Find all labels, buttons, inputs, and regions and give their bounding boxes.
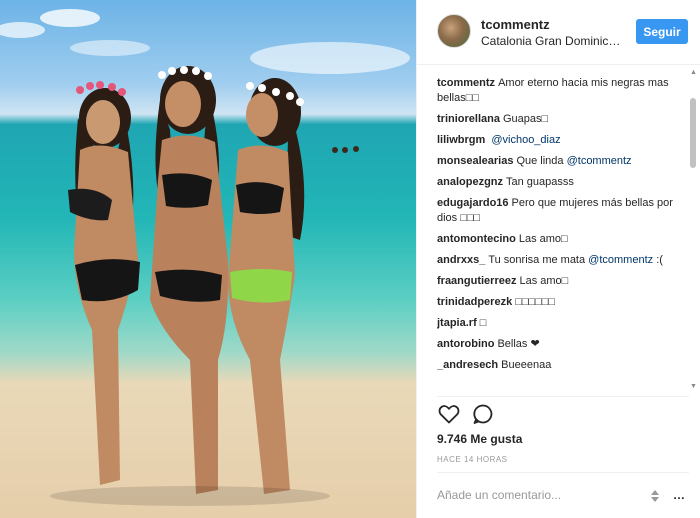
heart-icon[interactable] — [437, 402, 461, 426]
scrollbar-thumb[interactable] — [690, 98, 696, 168]
comment-item: trinidadperezk □□□□□□ — [437, 295, 689, 310]
comment-username[interactable]: monsealearias — [437, 155, 513, 167]
comment-mention-link[interactable]: @tcommentz — [567, 155, 632, 167]
comment-item: fraangutierreez Las amo□ — [437, 274, 689, 289]
comment-bubble-icon[interactable] — [471, 402, 495, 426]
comment-text: Tu sonrisa me mata — [488, 254, 586, 266]
comment-text: □ — [479, 317, 487, 329]
post-timestamp[interactable]: HACE 14 HORAS — [437, 455, 508, 464]
comment-text: Las amo□ — [518, 233, 568, 245]
comment-item: andrxxs_ Tu sonrisa me mata @tcommentz :( — [437, 253, 689, 268]
comment-item: jtapia.rf □ — [437, 316, 689, 331]
header-location[interactable]: Catalonia Gran Dominic… — [481, 34, 631, 48]
comment-username[interactable]: antorobino — [437, 338, 494, 350]
beach-photo-illustration — [0, 9, 410, 506]
comment-item: _andresech Bueeenaa — [437, 358, 689, 373]
comment-username[interactable]: andrxxs_ — [437, 254, 485, 266]
comment-username[interactable]: analopezgnz — [437, 176, 503, 188]
divider — [437, 472, 689, 473]
comment-text: Bueeenaa — [501, 359, 552, 371]
scroll-up-icon[interactable]: ▲ — [690, 69, 697, 76]
post-side-panel: tcommentz Catalonia Gran Dominic… Seguir… — [416, 0, 700, 518]
comment-item: antorobino Bellas ❤ — [437, 337, 689, 352]
follow-button[interactable]: Seguir — [636, 19, 688, 44]
avatar[interactable] — [437, 14, 471, 48]
header-username[interactable]: tcommentz — [481, 17, 550, 32]
comment-item: liliwbrgm @vichoo_diaz — [437, 133, 689, 148]
comment-username[interactable]: fraangutierreez — [437, 275, 516, 287]
comment-text: Tan guapasss — [506, 176, 574, 188]
divider — [437, 396, 689, 397]
comment-text: □□□□□□ — [515, 296, 556, 308]
post-header: tcommentz Catalonia Gran Dominic… Seguir — [417, 0, 700, 65]
add-comment-input[interactable] — [437, 488, 642, 502]
comment-text: Guapas□ — [502, 113, 549, 125]
comment-text: Bellas ❤ — [497, 338, 540, 350]
comment-item: triniorellana Guapas□ — [437, 112, 689, 127]
comment-item: tcommentz Amor eterno hacia mis negras ma… — [437, 76, 689, 106]
scroll-down-icon[interactable]: ▼ — [690, 383, 697, 390]
post-photo[interactable] — [0, 0, 416, 518]
comment-username[interactable]: trinidadperezk — [437, 296, 512, 308]
comment-item: antomontecino Las amo□ — [437, 232, 689, 247]
more-options-icon[interactable]: … — [673, 488, 685, 504]
comment-text: Que linda — [516, 155, 564, 167]
comment-scrollbar[interactable]: ▲ ▼ — [690, 69, 697, 390]
comment-list: tcommentz Amor eterno hacia mis negras ma… — [437, 76, 689, 392]
updown-arrows-icon[interactable] — [649, 488, 665, 504]
comment-text: Las amo□ — [519, 275, 569, 287]
comment-username[interactable]: antomontecino — [437, 233, 516, 245]
likes-count[interactable]: 9.746 Me gusta — [437, 432, 522, 446]
comment-item: monsealearias Que linda @tcommentz — [437, 154, 689, 169]
comment-text: :( — [656, 254, 663, 266]
comment-mention-link[interactable]: @tcommentz — [588, 254, 653, 266]
comment-username[interactable]: jtapia.rf — [437, 317, 477, 329]
comment-username[interactable]: tcommentz — [437, 77, 495, 89]
comment-username[interactable]: liliwbrgm — [437, 134, 485, 146]
comment-item: edugajardo16 Pero que mujeres más bellas … — [437, 196, 689, 226]
comment-username[interactable]: edugajardo16 — [437, 197, 509, 209]
comment-item: analopezgnz Tan guapasss — [437, 175, 689, 190]
comment-username[interactable]: _andresech — [437, 359, 498, 371]
comment-username[interactable]: triniorellana — [437, 113, 500, 125]
comment-mention-link[interactable]: @vichoo_diaz — [491, 134, 560, 146]
